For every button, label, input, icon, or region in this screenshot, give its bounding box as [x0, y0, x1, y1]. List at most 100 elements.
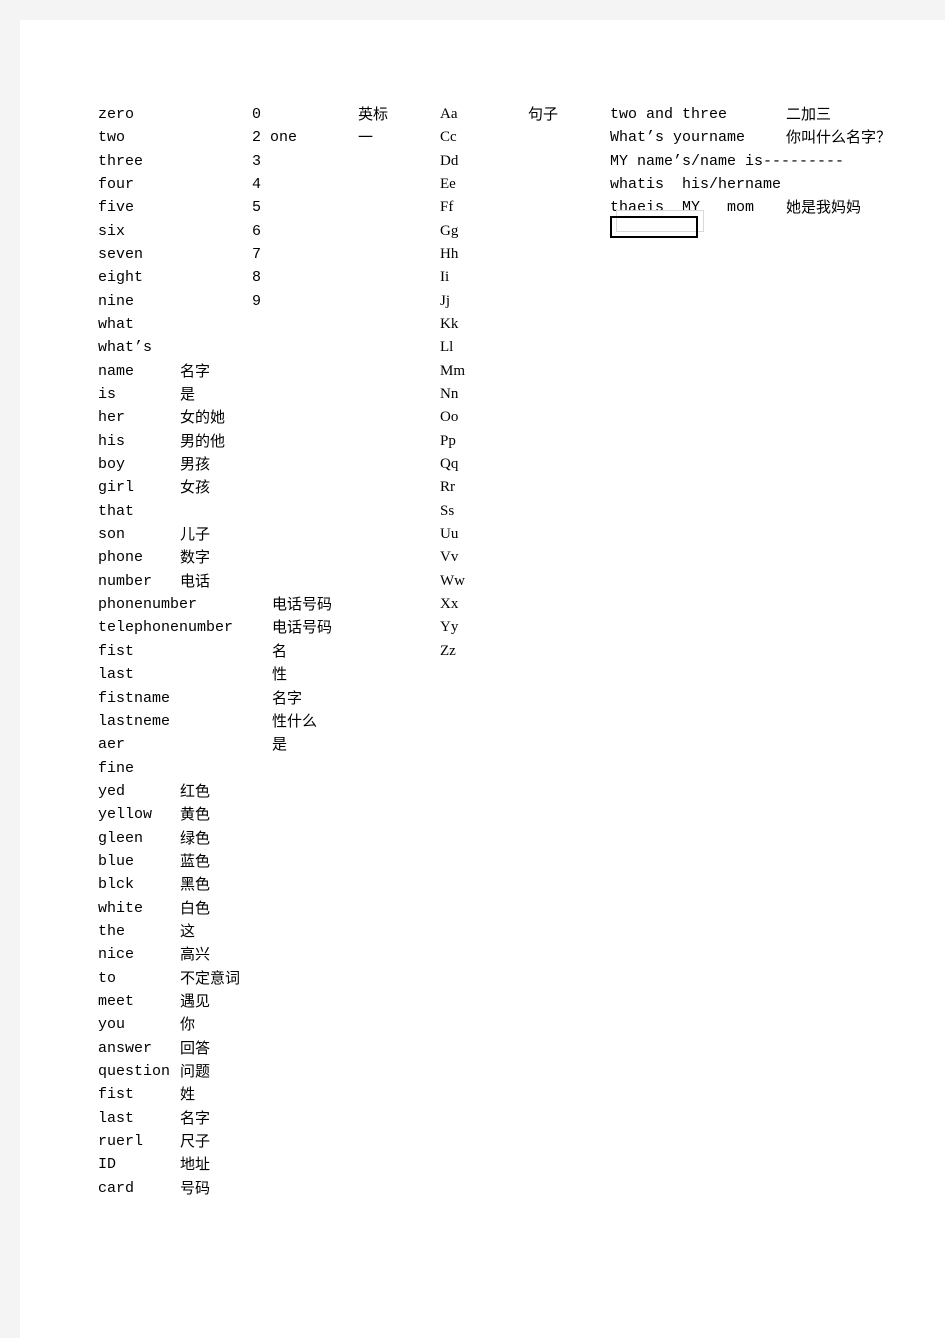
- sentence-chinese: 二加三: [786, 105, 832, 123]
- vocab-number: 5: [252, 199, 262, 217]
- alphabet-item: Pp: [440, 432, 456, 449]
- vocab-word: the: [98, 922, 126, 940]
- vocab-word: gleen: [98, 829, 144, 847]
- vocab-word: phone: [98, 549, 144, 567]
- vocab-number: 2 one: [252, 129, 298, 147]
- vocab-gloss: 黄色: [180, 805, 211, 824]
- alphabet-item: Aa: [440, 106, 458, 122]
- vocab-gloss: 姓: [180, 1085, 196, 1104]
- vocab-word: seven: [98, 246, 144, 264]
- vocab-number: 4: [252, 176, 262, 194]
- vocab-gloss: 是: [180, 385, 196, 404]
- page-gutter-top: [0, 0, 945, 20]
- vocab-gloss: 蓝色: [180, 851, 211, 870]
- vocab-gloss: 男孩: [180, 455, 211, 474]
- header-pinyin-label: 英标: [358, 105, 389, 123]
- vocab-word: girl: [98, 479, 135, 497]
- vocab-word: answer: [98, 1039, 153, 1057]
- vocab-word: yed: [98, 782, 126, 800]
- vocab-gloss: 是: [272, 735, 288, 754]
- vocab-gloss: 女的她: [180, 408, 226, 427]
- vocab-word: eight: [98, 269, 144, 287]
- vocab-number: 6: [252, 222, 262, 240]
- vocab-word: aer: [98, 736, 126, 754]
- vocab-word: is: [98, 386, 117, 404]
- vocab-word: that: [98, 502, 135, 520]
- vocab-gloss: 男的他: [180, 431, 226, 450]
- vocab-gloss: 名字: [180, 1108, 211, 1127]
- vocab-word: fine: [98, 759, 135, 777]
- alphabet-item: Kk: [440, 316, 459, 333]
- vocab-gloss: 不定意词: [180, 968, 241, 987]
- vocab-gloss: 数字: [180, 548, 211, 567]
- alphabet-item: Uu: [440, 526, 459, 543]
- vocab-number: 0: [252, 106, 262, 123]
- vocab-gloss: 白色: [180, 898, 211, 917]
- vocab-gloss: 性: [272, 665, 288, 684]
- alphabet-item: Qq: [440, 456, 459, 473]
- alphabet-item: Nn: [440, 386, 459, 403]
- vocab-word: name: [98, 362, 135, 380]
- alphabet-item: Rr: [440, 479, 455, 496]
- vocab-word: yellow: [98, 806, 153, 824]
- header-pinyin-sub: 一: [358, 128, 374, 147]
- alphabet-item: Gg: [440, 222, 459, 239]
- vocab-word: nine: [98, 292, 135, 310]
- vocab-word: five: [98, 199, 135, 217]
- vocab-word: zero: [98, 106, 135, 123]
- alphabet-item: Zz: [440, 642, 456, 659]
- vocab-gloss: 回答: [180, 1038, 211, 1057]
- vocab-word: four: [98, 176, 135, 194]
- vocab-gloss: 电话号码: [272, 595, 333, 614]
- vocab-word: white: [98, 899, 144, 917]
- vocab-gloss: 高兴: [180, 945, 211, 964]
- vocab-number: 9: [252, 292, 262, 310]
- active-cell-selection[interactable]: [610, 216, 698, 238]
- vocab-gloss: 号码: [180, 1178, 211, 1197]
- vocab-gloss: 红色: [180, 781, 211, 800]
- alphabet-item: Cc: [440, 129, 457, 146]
- vocab-gloss: 这: [180, 921, 196, 940]
- page-gutter-left: [0, 0, 20, 1338]
- vocab-word: to: [98, 969, 117, 987]
- vocab-word: six: [98, 222, 126, 240]
- vocab-number: 3: [252, 152, 262, 170]
- alphabet-item: Yy: [440, 619, 459, 636]
- vocab-word: three: [98, 152, 144, 170]
- vocab-word: meet: [98, 992, 135, 1010]
- sentence-english: MY name’s/name is---------: [610, 152, 845, 170]
- vocab-gloss: 女孩: [180, 478, 211, 497]
- spreadsheet-canvas[interactable]: 英标 一 句子 zero 0 two 2 one three 3 four 4 five 5 six…: [20, 20, 945, 1338]
- alphabet-item: Ee: [440, 176, 456, 193]
- vocab-gloss: 电话: [180, 571, 211, 590]
- vocab-word: ID: [98, 1156, 117, 1174]
- header-sentence-label: 句子: [528, 105, 559, 123]
- vocab-gloss: 黑色: [180, 875, 211, 894]
- vocab-word: telephonenumber: [98, 619, 234, 637]
- sentence-english: What’s yourname: [610, 129, 746, 147]
- alphabet-item: Ff: [440, 199, 454, 216]
- vocab-word: two: [98, 129, 126, 147]
- alphabet-item: Dd: [440, 152, 459, 169]
- vocab-gloss: 尺子: [180, 1131, 211, 1150]
- alphabet-item: Oo: [440, 409, 459, 426]
- sentence-english: two and three: [610, 106, 728, 123]
- alphabet-item: Mm: [440, 362, 466, 379]
- vocab-word: what: [98, 316, 135, 334]
- alphabet-item: Hh: [440, 246, 459, 263]
- vocab-gloss: 名字: [272, 688, 303, 707]
- sentence-chinese: 你叫什么名字？: [786, 128, 892, 147]
- vocab-word: ruerl: [98, 1132, 144, 1150]
- vocab-word: her: [98, 409, 126, 427]
- vocab-number: 7: [252, 246, 262, 264]
- vocab-gloss: 绿色: [180, 828, 211, 847]
- vocab-gloss: 遇见: [180, 991, 211, 1010]
- alphabet-item: Xx: [440, 596, 459, 613]
- alphabet-item: Ww: [440, 572, 465, 589]
- vocab-word: fist: [98, 1086, 135, 1104]
- vocab-word: fistname: [98, 689, 171, 707]
- vocab-word: son: [98, 526, 126, 544]
- vocab-gloss: 性什么: [272, 711, 318, 730]
- vocab-gloss: 名: [272, 641, 288, 660]
- vocab-gloss: 儿子: [180, 525, 211, 544]
